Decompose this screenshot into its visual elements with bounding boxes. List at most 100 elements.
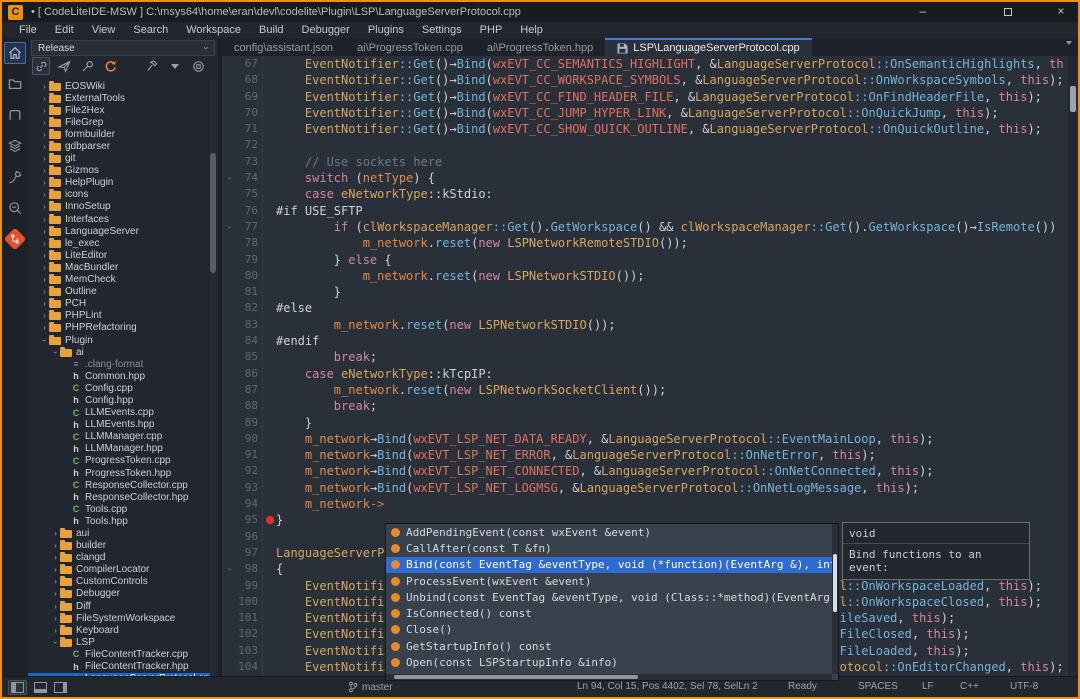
tree-item-file2hex[interactable]: ›File2Hex [28, 104, 210, 116]
menu-item-edit[interactable]: Edit [46, 24, 83, 36]
breakpoint-icon[interactable] [262, 512, 276, 528]
breakpoint-margin[interactable] [262, 89, 276, 105]
cursor-position[interactable]: Ln 94, Col 15, Pos 4402, Sel 78, SelLn 2 [577, 681, 758, 692]
breakpoint-margin[interactable] [262, 137, 276, 153]
breakpoint-margin[interactable] [262, 252, 276, 268]
autocomplete-item[interactable]: Open(const LSPStartupInfo &info) [386, 654, 838, 670]
breakpoint-margin[interactable] [262, 349, 276, 365]
tree-item-filecontenttracker.hpp[interactable]: hFileContentTracker.hpp [28, 661, 210, 673]
code-line[interactable]: 84#endif [222, 333, 1068, 349]
breakpoint-margin[interactable] [262, 300, 276, 316]
tree-item-llmevents.hpp[interactable]: hLLMEvents.hpp [28, 419, 210, 431]
menu-item-php[interactable]: PHP [471, 24, 512, 36]
maximize-icon[interactable] [993, 2, 1023, 22]
toggle-right-panel-icon[interactable] [54, 682, 67, 693]
chevron-expanded-icon[interactable]: › [51, 638, 60, 647]
tree-item-clangd[interactable]: ›clangd [28, 552, 210, 564]
autocomplete-item[interactable]: IsConnected() const [386, 605, 838, 621]
tree-item-helpplugin[interactable]: ›HelpPlugin [28, 177, 210, 189]
chevron-expanded-icon[interactable]: › [51, 348, 60, 357]
code-line[interactable]: 81 } [222, 284, 1068, 300]
breakpoint-margin[interactable] [262, 203, 276, 219]
tree-item-responsecollector.cpp[interactable]: CResponseCollector.cpp [28, 479, 210, 491]
menu-item-settings[interactable]: Settings [413, 24, 471, 36]
code-line[interactable]: 82#else [222, 300, 1068, 316]
breakpoint-margin[interactable] [262, 366, 276, 382]
chevron-collapsed-icon[interactable]: › [40, 239, 49, 248]
folder-icon[interactable] [4, 73, 26, 95]
toggle-sidebar-icon[interactable] [8, 680, 27, 695]
tree-item-filesystemworkspace[interactable]: ›FileSystemWorkspace [28, 612, 210, 624]
chevron-collapsed-icon[interactable]: › [40, 94, 49, 103]
menu-item-build[interactable]: Build [250, 24, 292, 36]
code-line[interactable]: 69 EventNotifier::Get()→Bind(wxEVT_CC_FI… [222, 89, 1068, 105]
breakpoint-margin[interactable] [262, 480, 276, 496]
code-line[interactable]: 83 m_network.reset(new LSPNetworkSTDIO()… [222, 317, 1068, 333]
tree-item-customcontrols[interactable]: ›CustomControls [28, 576, 210, 588]
code-line[interactable]: ›74 switch (netType) { [222, 170, 1068, 186]
breakpoint-margin[interactable] [262, 659, 276, 675]
code-line[interactable]: 94 m_network-> [222, 496, 1068, 512]
code-line[interactable]: 91 m_network→Bind(wxEVT_LSP_NET_ERROR, &… [222, 447, 1068, 463]
tree-item-phplint[interactable]: ›PHPLint [28, 310, 210, 322]
menu-item-search[interactable]: Search [124, 24, 177, 36]
tree-item-externaltools[interactable]: ›ExternalTools [28, 92, 210, 104]
chevron-collapsed-icon[interactable]: › [40, 227, 49, 236]
tree-item-gdbparser[interactable]: ›gdbparser [28, 140, 210, 152]
tree-item-debugger[interactable]: ›Debugger [28, 588, 210, 600]
tab-assistant.json[interactable]: config\assistant.json [222, 38, 345, 56]
tree-item-outline[interactable]: ›Outline [28, 286, 210, 298]
editor-pane-icon[interactable] [4, 104, 26, 126]
chevron-collapsed-icon[interactable]: › [40, 263, 49, 272]
chevron-collapsed-icon[interactable]: › [40, 166, 49, 175]
popup-hscrollbar[interactable] [386, 674, 832, 680]
eol-mode[interactable]: LF [922, 681, 934, 692]
layers-icon[interactable] [4, 135, 26, 157]
zoom-out-icon[interactable] [4, 197, 26, 219]
tree-item-compilerlocator[interactable]: ›CompilerLocator [28, 564, 210, 576]
tab-progresstoken.cpp[interactable]: ai\ProgressToken.cpp [345, 38, 475, 56]
tree-item-lsp[interactable]: ›LSP [28, 636, 210, 648]
code-line[interactable]: 70 EventNotifier::Get()→Bind(wxEVT_CC_JU… [222, 105, 1068, 121]
language-mode[interactable]: C++ [960, 681, 979, 692]
tree-item-languageserver[interactable]: ›LanguageServer [28, 225, 210, 237]
code-line[interactable]: 90 m_network→Bind(wxEVT_LSP_NET_DATA_REA… [222, 431, 1068, 447]
tree-item-filecontenttracker.cpp[interactable]: CFileContentTracker.cpp [28, 648, 210, 660]
breakpoint-margin[interactable] [262, 154, 276, 170]
tab-progresstoken.hpp[interactable]: ai\ProgressToken.hpp [475, 38, 605, 56]
tree-item-innosetup[interactable]: ›InnoSetup [28, 201, 210, 213]
code-line[interactable]: 78 m_network.reset(new LSPNetworkRemoteS… [222, 235, 1068, 251]
tree-item-interfaces[interactable]: ›Interfaces [28, 213, 210, 225]
chevron-collapsed-icon[interactable]: › [40, 299, 49, 308]
tree-item-common.hpp[interactable]: hCommon.hpp [28, 370, 210, 382]
code-line[interactable]: 89 } [222, 415, 1068, 431]
chevron-collapsed-icon[interactable]: › [40, 130, 49, 139]
breakpoint-margin[interactable] [262, 398, 276, 414]
chevron-collapsed-icon[interactable]: › [40, 178, 49, 187]
code-line[interactable]: 87 m_network.reset(new LSPNetworkSocketC… [222, 382, 1068, 398]
menu-item-workspace[interactable]: Workspace [177, 24, 250, 36]
breakpoint-margin[interactable] [262, 268, 276, 284]
menu-item-help[interactable]: Help [511, 24, 552, 36]
fold-arrow-icon[interactable]: › [222, 219, 236, 235]
home-icon[interactable] [4, 42, 26, 64]
tree-scrollbar[interactable] [210, 80, 216, 676]
tree-item-aui[interactable]: ›aui [28, 527, 210, 539]
tree-item-responsecollector.hpp[interactable]: hResponseCollector.hpp [28, 491, 210, 503]
tree-item-memcheck[interactable]: ›MemCheck [28, 274, 210, 286]
breakpoint-margin[interactable] [262, 643, 276, 659]
menu-item-plugins[interactable]: Plugins [359, 24, 413, 36]
chevron-collapsed-icon[interactable]: › [40, 323, 49, 332]
refresh-icon[interactable] [101, 57, 119, 75]
wrench-icon[interactable] [78, 57, 96, 75]
tree-item-llmmanager.cpp[interactable]: CLLMManager.cpp [28, 431, 210, 443]
close-icon[interactable]: × [1046, 2, 1076, 22]
encoding[interactable]: UTF-8 [1010, 681, 1038, 692]
chevron-collapsed-icon[interactable]: › [40, 215, 49, 224]
tree-item-keyboard[interactable]: ›Keyboard [28, 624, 210, 636]
breakpoint-margin[interactable] [262, 56, 276, 72]
breakpoint-margin[interactable] [262, 121, 276, 137]
tree-item-tools.cpp[interactable]: CTools.cpp [28, 503, 210, 515]
chevron-collapsed-icon[interactable]: › [40, 251, 49, 260]
tree-item-builder[interactable]: ›builder [28, 540, 210, 552]
